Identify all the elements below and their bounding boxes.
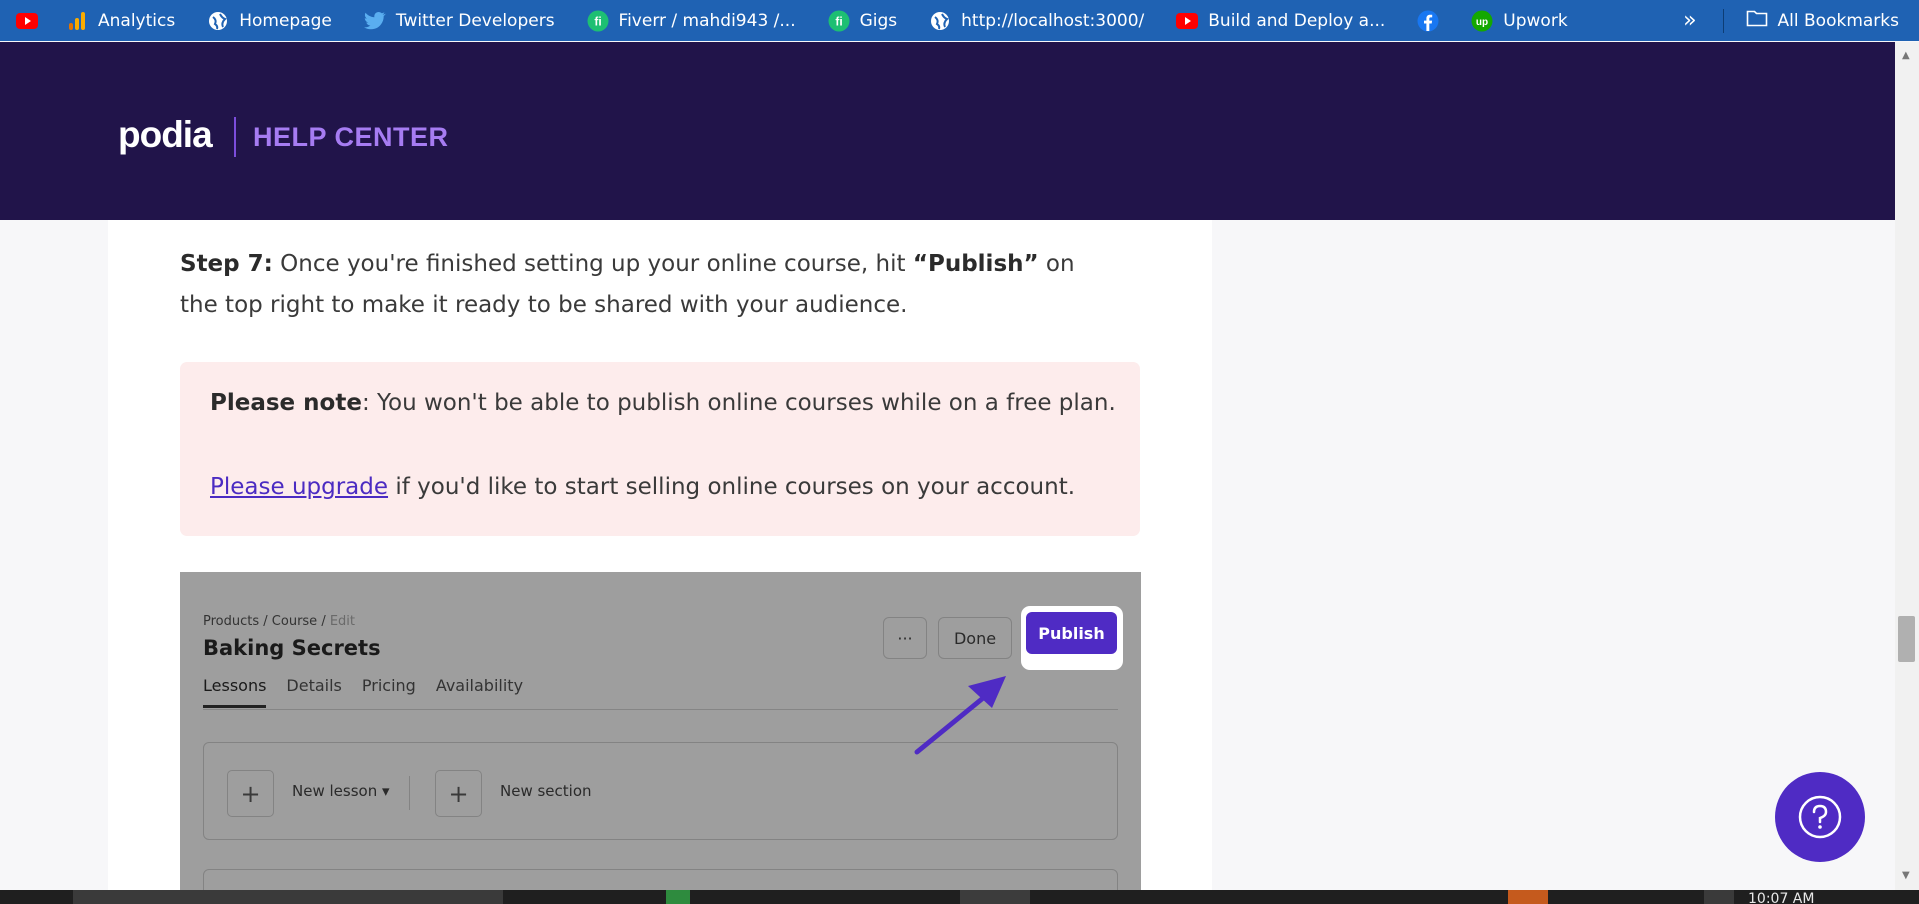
folder-icon (1746, 9, 1768, 32)
svg-text:up: up (1476, 17, 1488, 28)
bookmark-twitter-developers[interactable]: Twitter Developers (363, 10, 555, 32)
question-icon (1798, 795, 1842, 839)
bookmarks-bar: Analytics Homepage Twitter Developers fi… (0, 0, 1919, 41)
bookmarks-divider (1722, 8, 1724, 33)
bookmark-fiverr[interactable]: fi Fiverr / mahdi943 /... (587, 10, 796, 32)
fiverr-icon: fi (587, 10, 609, 32)
step-label: Step 7: (180, 251, 273, 277)
logo-divider (234, 117, 236, 157)
bookmark-label: Twitter Developers (395, 10, 555, 31)
youtube-icon (16, 10, 38, 32)
fiverr-icon: fi (828, 10, 850, 32)
bookmark-label: Upwork (1503, 10, 1568, 31)
all-bookmarks-button[interactable]: All Bookmarks (1746, 9, 1899, 32)
upwork-icon: up (1471, 10, 1493, 32)
bookmark-label: Analytics (98, 10, 176, 31)
scroll-up-icon[interactable]: ▲ (1902, 50, 1910, 61)
taskbar-app-icon[interactable] (960, 890, 1030, 904)
step-7-paragraph: Step 7: Once you're finished setting up … (180, 244, 1110, 326)
step-text: Once you're finished setting up your onl… (272, 251, 913, 277)
taskbar-search[interactable] (73, 890, 503, 904)
note-body: : You won't be able to publish online co… (361, 390, 1116, 416)
svg-text:fi: fi (594, 14, 601, 28)
scroll-down-icon[interactable]: ▼ (1902, 870, 1910, 881)
globe-icon (207, 10, 229, 32)
all-bookmarks-label: All Bookmarks (1777, 10, 1899, 31)
twitter-icon (363, 10, 386, 32)
youtube-icon (1176, 10, 1199, 32)
bookmark-label: Fiverr / mahdi943 /... (618, 10, 796, 31)
os-taskbar: 10:07 AM (0, 890, 1919, 904)
upgrade-body: if you'd like to start selling online co… (388, 474, 1076, 500)
pointer-arrow-icon (914, 676, 1006, 755)
taskbar-app-icon[interactable] (1508, 890, 1548, 904)
bookmark-upwork[interactable]: up Upwork (1471, 10, 1568, 32)
facebook-icon (1417, 10, 1439, 32)
bookmark-facebook[interactable] (1417, 10, 1449, 32)
globe-icon (929, 10, 951, 32)
bookmark-analytics[interactable]: Analytics (66, 10, 175, 32)
help-center-title[interactable]: HELP CENTER (253, 122, 449, 153)
bookmark-youtube[interactable] (16, 10, 48, 32)
help-center-header: podia HELP CENTER (0, 42, 1895, 220)
plan-note-callout: Please note: You won't be able to publis… (180, 362, 1140, 536)
bookmark-gigs[interactable]: fi Gigs (828, 10, 898, 32)
article-body: Step 7: Once you're finished setting up … (108, 220, 1212, 890)
svg-text:fi: fi (835, 14, 842, 28)
taskbar-app-icon[interactable] (1704, 890, 1734, 904)
taskbar-clock[interactable]: 10:07 AM (1748, 892, 1814, 904)
course-editor-screenshot: Products / Course / Edit Baking Secrets … (180, 572, 1141, 890)
bookmark-label: Gigs (859, 10, 898, 31)
note-text: Please note: You won't be able to publis… (210, 390, 1116, 416)
page-scrollbar[interactable]: ▲ ▼ (1895, 42, 1919, 890)
bookmark-label: http://localhost:3000/ (961, 10, 1145, 31)
podia-logo[interactable]: podia (118, 114, 213, 156)
upgrade-link[interactable]: Please upgrade (210, 474, 388, 500)
bookmark-localhost[interactable]: http://localhost:3000/ (929, 10, 1144, 32)
help-button[interactable] (1775, 772, 1865, 862)
note-label: Please note (210, 390, 362, 416)
upgrade-text: Please upgrade if you'd like to start se… (210, 474, 1075, 500)
step-publish-emphasis: “Publish” (912, 251, 1039, 277)
bookmark-build-deploy[interactable]: Build and Deploy a... (1176, 10, 1385, 32)
scrollbar-thumb[interactable] (1898, 616, 1915, 662)
taskbar-app-icon[interactable] (666, 890, 690, 904)
bookmark-label: Homepage (239, 10, 332, 31)
bookmark-label: Build and Deploy a... (1208, 10, 1386, 31)
analytics-icon (66, 10, 88, 32)
bookmarks-overflow-button[interactable]: » (1683, 8, 1696, 33)
bookmark-homepage[interactable]: Homepage (207, 10, 332, 32)
